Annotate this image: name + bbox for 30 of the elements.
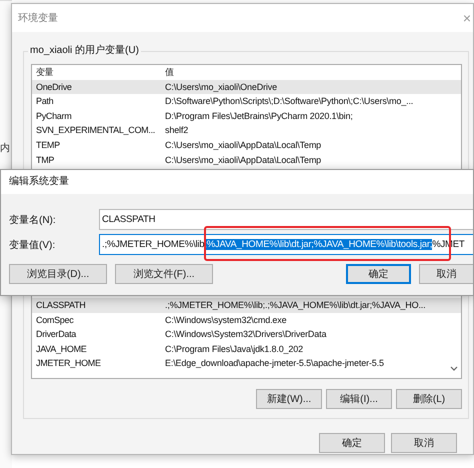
dialog-button[interactable]: 确定 (319, 433, 385, 453)
table-row[interactable]: ComSpec C:\Windows\system32\cmd.exe (32, 312, 461, 328)
name-field[interactable]: CLASSPATH (99, 209, 473, 230)
dialog-button[interactable]: 取消 (419, 264, 473, 284)
dialog-button[interactable]: 取消 (391, 433, 457, 453)
field-label: 变量名(N): (8, 214, 57, 226)
table-row[interactable]: JAVA_HOME C:\Program Files\Java\jdk1.8.0_202 (32, 342, 461, 356)
column-header: 变量 (35, 66, 54, 79)
field-label: 变量值(V): (8, 238, 56, 252)
scroll-down-icon[interactable] (450, 366, 458, 372)
dialog-title: 编辑系统变量 (1, 170, 473, 194)
table-row[interactable]: TEMP C:\Users\mo_xiaoli\AppData\Local\Temp (32, 138, 461, 153)
column-header: 值 (165, 66, 174, 79)
table-row[interactable]: Path D:\Software\Python\Scripts\;D:\Software\Python\;C:\Users\mo_... (32, 94, 461, 109)
window-title: 环境变量 (18, 12, 58, 25)
table-row[interactable]: OneDrive C:\Users\mo_xiaoli\OneDrive (32, 80, 461, 94)
background-text: 内 (0, 142, 10, 155)
table-row[interactable]: TMP C:\Users\mo_xiaoli\AppData\Local\Temp (32, 152, 461, 168)
group-label: mo_xiaoli 的用户变量(U) (28, 44, 141, 58)
table-row[interactable]: SVN_EXPERIMENTAL_COM... shelf2 (32, 123, 461, 138)
action-button[interactable]: 编辑(I)... (326, 389, 392, 409)
dialog-button[interactable]: 确定 (346, 264, 411, 284)
table-row[interactable]: CLASSPATH .;%JMETER_HOME%\lib;.;%JAVA_HOME%\lib\dt.jar;%JAVA_HO... (32, 298, 461, 313)
action-button[interactable]: 新建(W)... (256, 389, 322, 409)
table-row[interactable]: PyCharm D:\Program Files\JetBrains\PyCharm 2020.1\bin; (32, 108, 461, 124)
action-button[interactable]: 删除(L) (396, 389, 462, 409)
dialog-button[interactable]: 浏览目录(D)... (9, 264, 107, 284)
dialog-button[interactable]: 浏览文件(F)... (115, 264, 213, 284)
table-row[interactable]: JMETER_HOME E:\Edge_download\apache-jmeter-5.5\apache-jmeter-5.5 (32, 356, 461, 371)
table-row[interactable]: DriverData C:\Windows\System32\Drivers\DriverData (32, 327, 461, 342)
